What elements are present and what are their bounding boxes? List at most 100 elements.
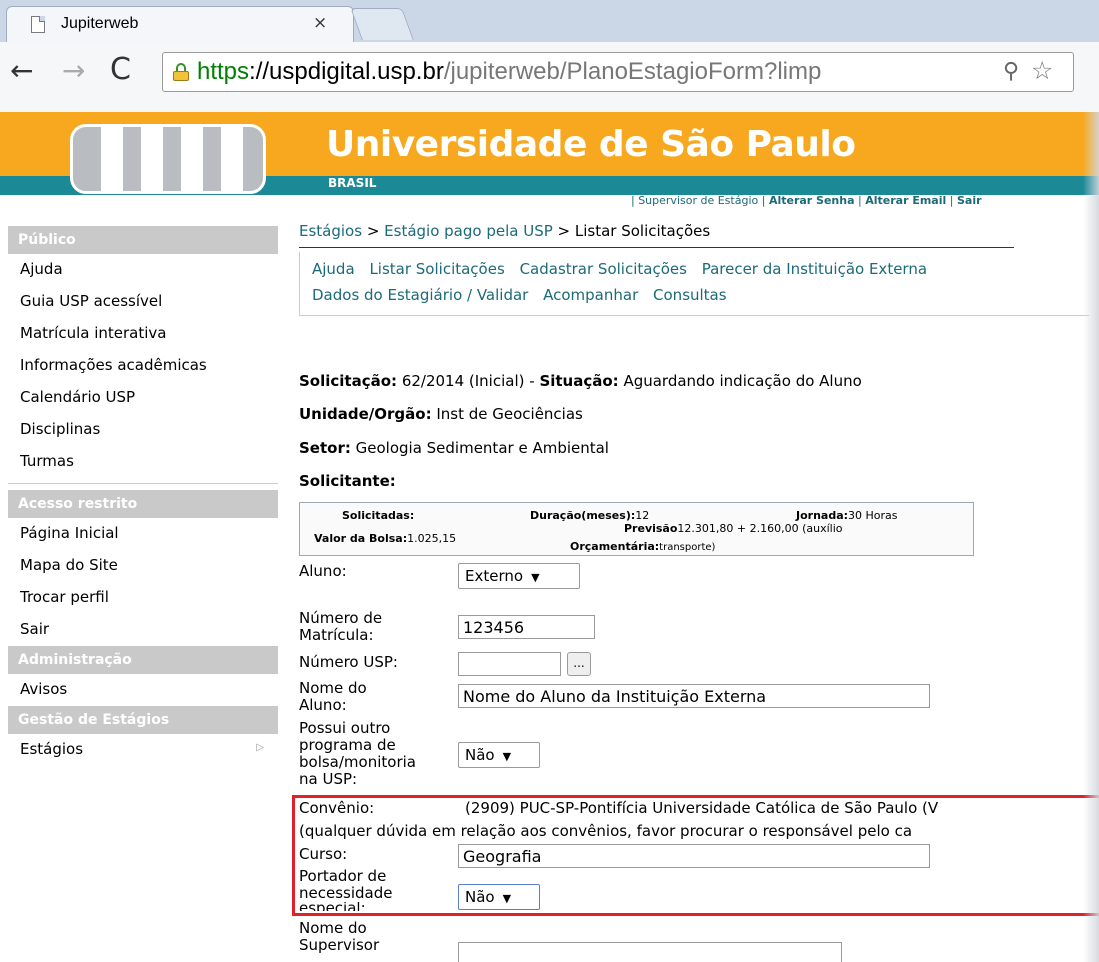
- lookup-button[interactable]: ...: [567, 652, 591, 676]
- dropdown-caret-icon: ▼: [531, 571, 540, 584]
- sidebar-item-estagios[interactable]: Estágios ▷: [8, 734, 278, 766]
- sidebar: Público Ajuda Guia USP acessível Matrícu…: [8, 226, 278, 766]
- menu-ajuda[interactable]: Ajuda: [312, 260, 355, 278]
- aluno-select-value: Externo: [465, 567, 524, 585]
- tab-title: Jupiterweb: [61, 15, 139, 32]
- solicitante-label: Solicitante:: [299, 472, 396, 490]
- numero-usp-label: Número USP:: [299, 653, 398, 671]
- breadcrumb-estagio-pago[interactable]: Estágio pago pela USP: [384, 222, 553, 240]
- convenio-label: Convênio:: [299, 799, 375, 817]
- portador-select[interactable]: Não ▼: [458, 884, 540, 910]
- setor-line: Setor: Geologia Sedimentar e Ambiental: [299, 439, 609, 457]
- new-tab-button[interactable]: [350, 8, 414, 40]
- menu-consultas[interactable]: Consultas: [653, 286, 727, 304]
- top-links: | Supervisor de Estágio | Alterar Senha …: [631, 194, 982, 207]
- submenu-arrow-icon: ▷: [256, 742, 264, 753]
- page-icon: [31, 16, 45, 33]
- window-shadow: [1083, 112, 1099, 962]
- browser-chrome: Jupiterweb × ← → C https://uspdigital.us…: [0, 0, 1099, 112]
- reload-icon[interactable]: C: [110, 52, 131, 87]
- solicitante-line: Solicitante:: [299, 472, 396, 490]
- summary-box: Solicitadas: Duração(meses):12 Jornada:3…: [299, 502, 974, 556]
- sidebar-header-gestao: Gestão de Estágios: [8, 706, 278, 734]
- duracao-field: Duração(meses):12: [530, 509, 650, 522]
- forward-arrow-icon[interactable]: →: [62, 54, 85, 87]
- sidebar-header-restrito: Acesso restrito: [8, 490, 278, 518]
- lock-icon: [173, 63, 189, 81]
- logout-link[interactable]: Sair: [957, 194, 982, 207]
- search-icon[interactable]: ⚲: [1003, 59, 1019, 84]
- site-title: Universidade de São Paulo: [326, 124, 856, 165]
- close-tab-icon[interactable]: ×: [313, 13, 327, 33]
- matricula-input[interactable]: 123456: [458, 615, 595, 639]
- breadcrumb-divider: [299, 247, 1014, 248]
- change-password-link[interactable]: Alterar Senha: [769, 194, 855, 207]
- outro-programa-value: Não: [465, 746, 495, 764]
- breadcrumb: Estágios > Estágio pago pela USP > Lista…: [299, 222, 711, 240]
- menu-acompanhar[interactable]: Acompanhar: [543, 286, 638, 304]
- sidebar-item-matricula[interactable]: Matrícula interativa: [8, 318, 278, 350]
- sidebar-item-ajuda[interactable]: Ajuda: [8, 254, 278, 286]
- sidebar-item-mapa[interactable]: Mapa do Site: [8, 550, 278, 582]
- solicitacao-label: Solicitação:: [299, 372, 398, 390]
- convenio-note: (qualquer dúvida em relação aos convênio…: [299, 822, 913, 840]
- sidebar-item-disciplinas[interactable]: Disciplinas: [8, 414, 278, 446]
- matricula-label: Número de Matrícula:: [299, 609, 383, 644]
- setor-label: Setor:: [299, 439, 351, 457]
- usp-logo[interactable]: [70, 124, 266, 194]
- numero-usp-input[interactable]: [458, 652, 561, 676]
- change-email-link[interactable]: Alterar Email: [865, 194, 946, 207]
- menu-cadastrar-solicitacoes[interactable]: Cadastrar Solicitações: [520, 260, 687, 278]
- situacao-label: Situação:: [539, 372, 619, 390]
- tab-strip: Jupiterweb ×: [0, 0, 1099, 42]
- outro-programa-label: Possui outro programa de bolsa/monitoria na…: [299, 719, 416, 788]
- breadcrumb-current: Listar Solicitações: [574, 222, 711, 240]
- dropdown-caret-icon: ▼: [502, 892, 512, 905]
- sidebar-header-publico: Público: [8, 226, 278, 254]
- url-text: https://uspdigital.usp.br/jupiterweb/Pla…: [197, 58, 822, 85]
- nome-aluno-label: Nome do Aluno:: [299, 679, 367, 714]
- sidebar-item-avisos[interactable]: Avisos: [8, 674, 278, 706]
- sidebar-item-informacoes[interactable]: Informações acadêmicas: [8, 350, 278, 382]
- address-bar[interactable]: https://uspdigital.usp.br/jupiterweb/Pla…: [162, 52, 1074, 92]
- portador-label: Portador de necessidade especial:: [299, 867, 393, 912]
- outro-programa-select[interactable]: Não ▼: [458, 742, 540, 768]
- portador-select-value: Não: [465, 888, 495, 906]
- supervisor-input[interactable]: [458, 942, 842, 962]
- orcamentaria-field: Orçamentária:transporte): [570, 540, 716, 553]
- menu-dados-estagiario[interactable]: Dados do Estagiário / Validar: [312, 286, 528, 304]
- site-subtitle: BRASIL: [328, 176, 377, 190]
- previsao-field: Previsão12.301,80 + 2.160,00 (auxílio: [624, 522, 843, 535]
- breadcrumb-estagios[interactable]: Estágios: [299, 222, 362, 240]
- unidade-line: Unidade/Orgão: Inst de Geociências: [299, 405, 583, 423]
- back-arrow-icon[interactable]: ←: [10, 54, 33, 87]
- jornada-field: Jornada:30 Horas: [796, 509, 898, 522]
- situacao-value: Aguardando indicação do Aluno: [618, 372, 862, 390]
- curso-input[interactable]: Geografia: [458, 844, 930, 868]
- sidebar-divider: [8, 478, 278, 484]
- unidade-label: Unidade/Orgão:: [299, 405, 432, 423]
- sidebar-item-calendario[interactable]: Calendário USP: [8, 382, 278, 414]
- menu-listar-solicitacoes[interactable]: Listar Solicitações: [369, 260, 504, 278]
- role-label: | Supervisor de Estágio |: [631, 194, 769, 207]
- sidebar-item-trocar-perfil[interactable]: Trocar perfil: [8, 582, 278, 614]
- aluno-select[interactable]: Externo ▼: [458, 563, 580, 589]
- supervisor-label: Nome do Supervisor: [299, 919, 380, 954]
- browser-tab[interactable]: Jupiterweb ×: [6, 6, 354, 42]
- star-icon[interactable]: ☆: [1031, 56, 1053, 85]
- convenio-select[interactable]: (2909) PUC-SP-Pontifícia Universidade Ca…: [465, 799, 938, 817]
- curso-label: Curso:: [299, 845, 348, 863]
- unidade-value: Inst de Geociências: [431, 405, 583, 423]
- sidebar-item-guia[interactable]: Guia USP acessível: [8, 286, 278, 318]
- sidebar-header-administracao: Administração: [8, 646, 278, 674]
- nome-aluno-input[interactable]: Nome do Aluno da Instituição Externa: [458, 684, 930, 708]
- sidebar-item-pagina-inicial[interactable]: Página Inicial: [8, 518, 278, 550]
- sidebar-item-label: Estágios: [20, 740, 84, 758]
- solicitacao-value: 62/2014 (Inicial) -: [397, 372, 540, 390]
- solicitacao-line: Solicitação: 62/2014 (Inicial) - Situaçã…: [299, 372, 862, 390]
- solicitadas-label: Solicitadas:: [342, 509, 415, 522]
- sidebar-item-sair[interactable]: Sair: [8, 614, 278, 646]
- sidebar-item-turmas[interactable]: Turmas: [8, 446, 278, 478]
- setor-value: Geologia Sedimentar e Ambiental: [350, 439, 609, 457]
- menu-parecer[interactable]: Parecer da Instituição Externa: [702, 260, 927, 278]
